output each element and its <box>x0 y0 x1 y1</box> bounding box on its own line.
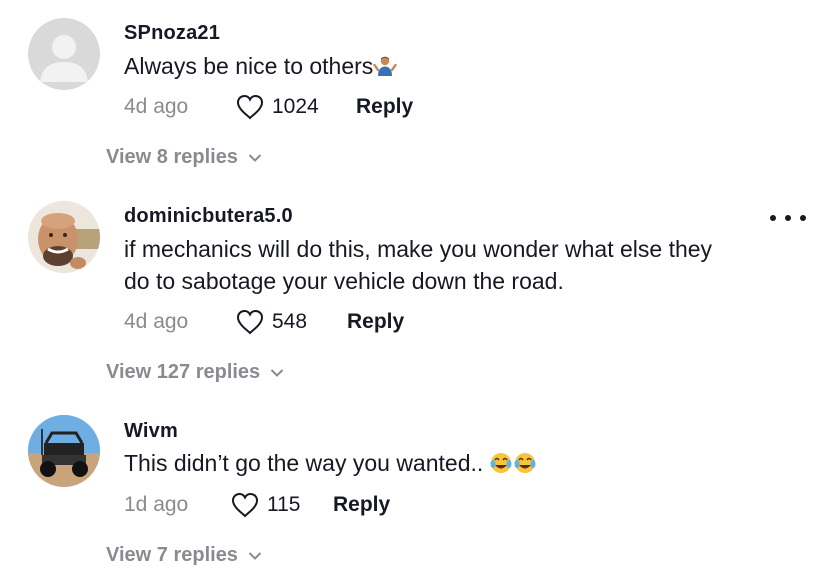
like-button[interactable]: 1024 <box>236 94 356 120</box>
view-replies-label: View 127 replies <box>106 361 261 383</box>
avatar-photo[interactable] <box>28 415 100 487</box>
comment-meta: 4d ago 548 Reply <box>124 307 404 337</box>
user-photo-icon <box>28 201 100 273</box>
like-button[interactable]: 548 <box>236 309 347 335</box>
heart-icon <box>231 492 259 518</box>
view-replies-button[interactable]: View 7 replies <box>106 544 262 567</box>
like-count: 115 <box>267 493 301 516</box>
view-replies-label: View 7 replies <box>106 544 238 566</box>
dot-icon <box>770 215 776 221</box>
default-user-icon <box>40 35 88 82</box>
user-photo-icon <box>28 415 100 487</box>
like-count: 548 <box>272 310 308 333</box>
comment-text-content: Always be nice to others <box>124 53 374 79</box>
comment-text: if mechanics will do this, make you wond… <box>124 236 713 294</box>
comment-username[interactable]: Wivm <box>124 420 178 443</box>
shrug-emoji-icon <box>373 54 397 86</box>
comment-meta: 1d ago 115 Reply <box>124 490 390 520</box>
comment-timestamp: 4d ago <box>124 310 189 333</box>
avatar-photo[interactable] <box>28 201 100 273</box>
view-replies-label: View 8 replies <box>106 146 238 168</box>
chevron-down-icon <box>248 153 262 162</box>
reply-button[interactable]: Reply <box>347 310 404 334</box>
heart-icon <box>236 309 264 335</box>
dot-icon <box>800 215 806 221</box>
reply-button[interactable]: Reply <box>333 493 390 517</box>
dot-icon <box>785 215 791 221</box>
comment-timestamp: 4d ago <box>124 95 189 118</box>
more-options-button[interactable] <box>770 208 806 228</box>
view-replies-button[interactable]: View 8 replies <box>106 146 262 169</box>
like-count: 1024 <box>272 95 319 118</box>
comment-meta: 4d ago 1024 Reply <box>124 92 413 122</box>
avatar-default[interactable] <box>28 18 100 90</box>
comment-username[interactable]: dominicbutera5.0 <box>124 205 293 228</box>
heart-icon <box>236 94 264 120</box>
reply-button[interactable]: Reply <box>356 95 413 119</box>
comment-text-content: This didn’t go the way you wanted.. <box>124 450 490 476</box>
comment-text: Always be nice to others <box>124 50 764 86</box>
view-replies-button[interactable]: View 127 replies <box>106 361 284 384</box>
tears-of-joy-emoji-icon <box>490 451 538 483</box>
chevron-down-icon <box>248 551 262 560</box>
chevron-down-icon <box>270 368 284 377</box>
comment-text: This didn’t go the way you wanted.. <box>124 447 764 483</box>
comment-timestamp: 1d ago <box>124 493 189 516</box>
comment-username[interactable]: SPnoza21 <box>124 22 220 45</box>
like-button[interactable]: 115 <box>231 492 333 518</box>
